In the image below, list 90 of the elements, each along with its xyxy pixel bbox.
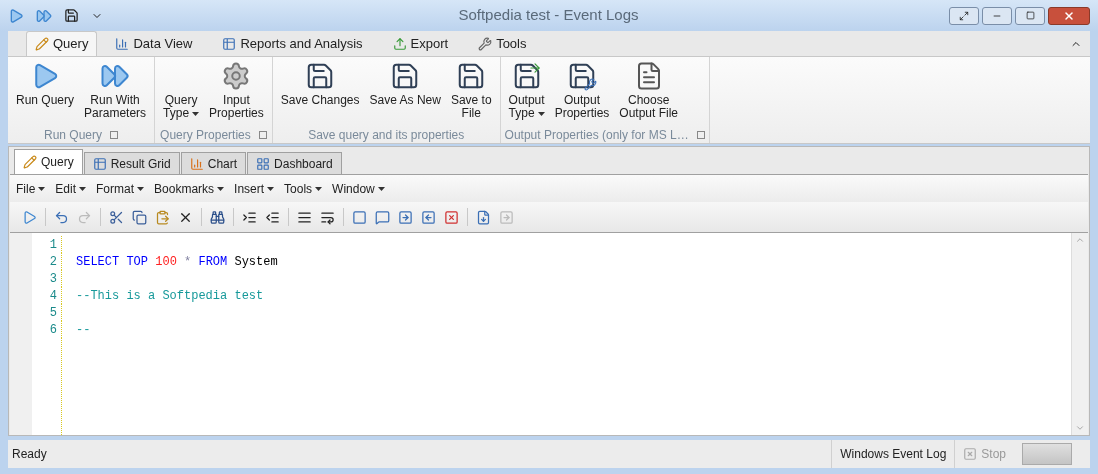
code-line: -- (76, 321, 91, 339)
indent-icon[interactable] (242, 209, 257, 225)
line-number: 3 (32, 270, 62, 287)
copy-icon[interactable] (132, 209, 147, 225)
dropdown-caret-icon (192, 111, 200, 116)
ribbon-button[interactable]: Choose Output File (615, 61, 683, 127)
next-bookmark-icon[interactable] (398, 209, 413, 225)
caret-icon (217, 186, 225, 191)
bar-chart-icon (189, 156, 204, 171)
document-tab[interactable]: Dashboard (247, 152, 342, 174)
menu-item[interactable]: Format (96, 179, 145, 198)
source-label: Windows Event Log (831, 440, 956, 468)
scissors-icon[interactable] (109, 209, 124, 225)
close-button[interactable] (1048, 6, 1090, 25)
caret-icon (79, 186, 87, 191)
line-number: 6 (32, 321, 62, 338)
ribbon-button[interactable]: Query Type (159, 61, 204, 127)
group-label: Output Properties (only for MS L… (504, 127, 689, 144)
wrench-icon (478, 36, 493, 51)
lines-icon[interactable] (297, 209, 312, 225)
line-number: 1 (32, 236, 62, 253)
pencil-icon (35, 37, 49, 51)
paste-icon[interactable] (155, 209, 170, 225)
undo-icon[interactable] (54, 209, 69, 225)
ribbon-button[interactable]: Output Properties (550, 61, 614, 127)
minimize-button[interactable] (982, 6, 1012, 25)
ribbon-button[interactable]: Save As New (365, 61, 445, 127)
ribbon-tab[interactable]: Data View (103, 31, 205, 56)
caret-icon (267, 186, 275, 191)
dialog-launcher-icon[interactable] (110, 131, 119, 139)
ribbon-tab[interactable]: Export (380, 31, 461, 56)
line-number: 4 (32, 287, 62, 304)
caret-icon (38, 186, 46, 191)
save-icon[interactable] (64, 8, 79, 23)
stop-icon (963, 447, 978, 461)
binoculars-icon[interactable] (210, 209, 225, 225)
group-label: Query Properties (160, 127, 251, 144)
menu-item[interactable]: Window (332, 179, 385, 198)
line-number: 2 (32, 253, 62, 270)
outdent-icon[interactable] (265, 209, 280, 225)
menu-item[interactable]: Edit (55, 179, 87, 198)
document-arrow-icon[interactable] (476, 209, 491, 225)
maximize-icon (1025, 11, 1035, 20)
ribbon-button[interactable]: Save to File (446, 61, 496, 127)
caret-icon (137, 186, 145, 191)
ribbon-tab[interactable]: Query (26, 31, 98, 56)
code-line: SELECT TOP 100 * FROM System (76, 253, 278, 271)
ribbon-button[interactable]: Save Changes (276, 61, 364, 127)
clear-bookmark-icon[interactable] (444, 209, 459, 225)
ribbon-tab[interactable]: Reports and Analysis (210, 31, 375, 56)
previous-bookmark-icon[interactable] (421, 209, 436, 225)
play-icon[interactable] (22, 209, 37, 225)
code-line: --This is a Softpedia test (76, 287, 264, 305)
menu-item[interactable]: File (16, 179, 46, 198)
ribbon-tab[interactable]: Tools (466, 31, 539, 56)
ribbon-button[interactable]: Input Properties (205, 61, 268, 127)
ribbon-button[interactable]: Run With Parameters (80, 61, 151, 127)
document-tab[interactable]: Query (14, 149, 83, 174)
dropdown-caret-icon (537, 111, 545, 116)
bar-chart-icon (115, 36, 130, 51)
grid-icon (92, 156, 107, 171)
status-text: Ready (11, 446, 48, 463)
fullscreen-button[interactable] (949, 6, 979, 25)
group-label: Run Query (44, 127, 103, 144)
group-label: Save query and its properties (308, 127, 465, 144)
dialog-launcher-icon[interactable] (258, 131, 267, 139)
menu-item[interactable]: Tools (284, 179, 323, 198)
ribbon-button[interactable]: Output Type (504, 61, 549, 127)
caret-icon (315, 186, 323, 191)
wrap-icon[interactable] (320, 209, 335, 225)
pencil-icon (23, 155, 37, 169)
document-tab[interactable]: Result Grid (83, 152, 180, 174)
document-tab[interactable]: Chart (180, 152, 247, 174)
play-icon[interactable] (8, 7, 24, 24)
line-number: 5 (32, 304, 62, 321)
window-title: Softpedia test - Event Logs (457, 5, 640, 26)
status-panel (1022, 443, 1072, 465)
table-icon (222, 36, 237, 51)
bookmark-icon[interactable] (352, 209, 367, 225)
fullscreen-icon (959, 10, 969, 21)
caret-icon (377, 186, 385, 191)
close-icon (1063, 9, 1075, 22)
ribbon-button[interactable]: Run Query (12, 61, 79, 127)
menu-item[interactable]: Bookmarks (154, 179, 225, 198)
double-play-icon[interactable] (36, 7, 52, 24)
comment-icon[interactable] (375, 209, 390, 225)
dialog-launcher-icon[interactable] (696, 131, 705, 139)
tiles-icon (256, 156, 271, 171)
maximize-button[interactable] (1015, 6, 1045, 25)
menu-item[interactable]: Insert (234, 179, 275, 198)
